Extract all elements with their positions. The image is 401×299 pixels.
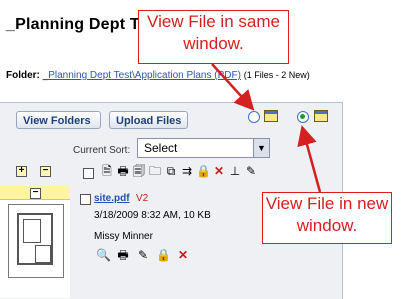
arrow-new-window	[297, 125, 322, 193]
callout-new-window: View File in new window.	[262, 192, 392, 244]
callout-same-window: View File in same window.	[138, 10, 289, 64]
arrow-same-window	[211, 63, 255, 111]
